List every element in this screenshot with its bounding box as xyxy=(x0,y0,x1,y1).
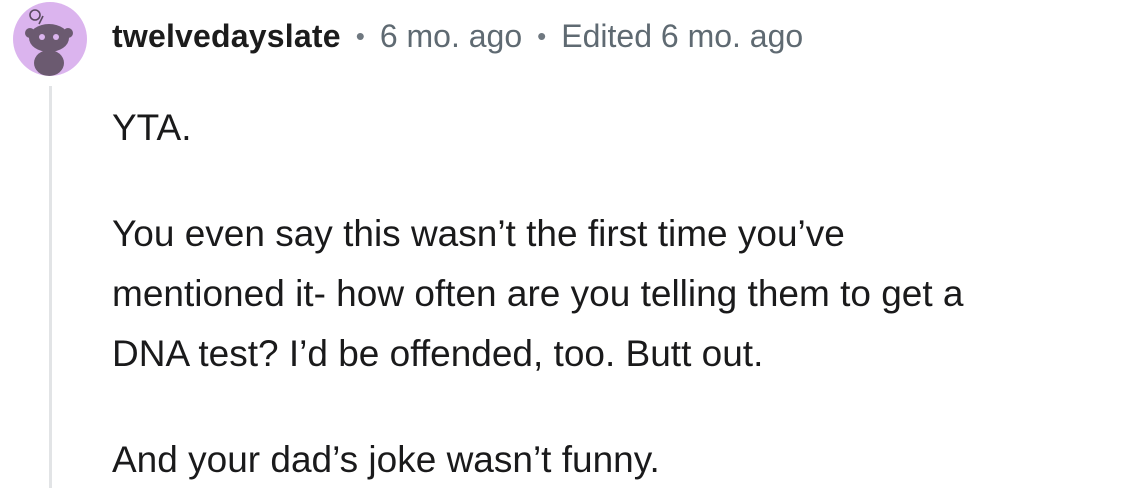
comment-paragraph: And your dad’s joke wasn’t funny. xyxy=(112,430,1132,488)
comment-paragraph: YTA. xyxy=(112,98,1132,158)
meta-separator: • xyxy=(355,21,365,51)
comment-paragraph: You even say this wasn’t the first time … xyxy=(112,204,1132,384)
comment-line: You even say this wasn’t the first time … xyxy=(112,213,845,254)
thread-collapse-line[interactable] xyxy=(49,86,52,488)
comment-line: mentioned it- how often are you telling … xyxy=(112,273,964,314)
comment-body: YTA. You even say this wasn’t the first … xyxy=(112,98,1132,488)
comment-meta: twelvedayslate • 6 mo. ago • Edited 6 mo… xyxy=(112,14,803,58)
snoo-avatar-icon[interactable] xyxy=(13,2,87,76)
comment-line: YTA. xyxy=(112,107,192,148)
comment: twelvedayslate • 6 mo. ago • Edited 6 mo… xyxy=(0,0,1144,488)
comment-timestamp[interactable]: 6 mo. ago xyxy=(380,14,522,58)
comment-line: DNA test? I’d be offended, too. Butt out… xyxy=(112,333,764,374)
edited-timestamp: Edited 6 mo. ago xyxy=(561,18,804,54)
author-username[interactable]: twelvedayslate xyxy=(112,14,341,58)
comment-line: And your dad’s joke wasn’t funny. xyxy=(112,439,660,480)
meta-separator: • xyxy=(537,21,547,51)
